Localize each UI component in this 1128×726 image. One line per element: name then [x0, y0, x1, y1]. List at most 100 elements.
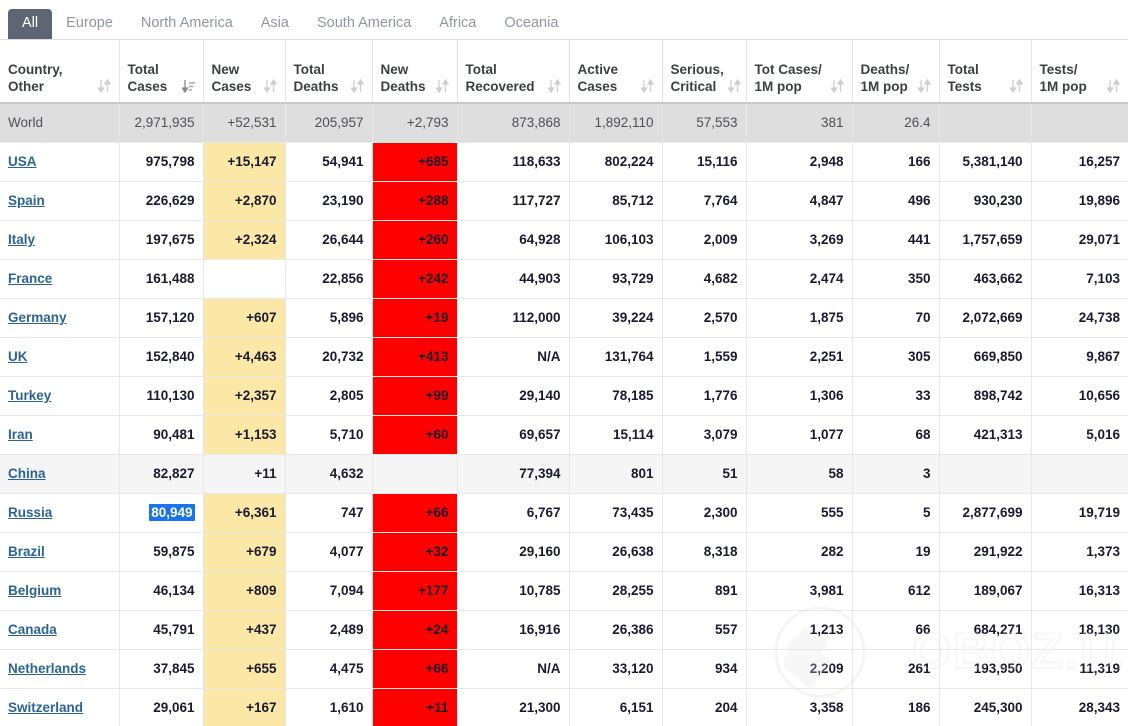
cell-total_cases: 90,481 — [118, 415, 203, 455]
cell-new_deaths: +177 — [371, 571, 457, 611]
country-link[interactable]: Brazil — [8, 544, 45, 559]
cell-total_recovered: 69,657 — [456, 415, 569, 455]
cell-tests_per_1m: 19,896 — [1030, 181, 1128, 221]
sort-both-icon[interactable] — [830, 79, 844, 94]
tab-africa[interactable]: Africa — [425, 9, 490, 39]
tab-north-america[interactable]: North America — [127, 9, 247, 39]
cell-cases_per_1m: 1,306 — [745, 376, 852, 416]
cell-cases_per_1m: 555 — [745, 493, 852, 533]
country-name-cell: Brazil — [0, 532, 119, 572]
country-link[interactable]: UK — [8, 349, 28, 364]
sort-both-icon[interactable] — [435, 79, 449, 94]
column-header-total_tests[interactable]: Total Tests — [938, 40, 1031, 104]
cell-total_deaths: 2,805 — [284, 376, 372, 416]
country-name-cell: Italy — [0, 220, 119, 260]
column-header-total_cases[interactable]: Total Cases — [118, 40, 203, 104]
tab-oceania[interactable]: Oceania — [490, 9, 572, 39]
cell-total_recovered: 6,767 — [456, 493, 569, 533]
cell-total_recovered: 16,916 — [456, 610, 569, 650]
country-link[interactable]: USA — [8, 154, 37, 169]
column-header-label: Tot Cases/ 1M pop — [754, 62, 822, 94]
cell-cases_per_1m: 381 — [745, 103, 852, 143]
cell-tests_per_1m: 16,313 — [1030, 571, 1128, 611]
tab-south-america[interactable]: South America — [303, 9, 425, 39]
cell-serious: 1,559 — [661, 337, 746, 377]
cell-total_cases: 59,875 — [118, 532, 203, 572]
cell-total_cases: 157,120 — [118, 298, 203, 338]
cell-total_recovered: N/A — [456, 649, 569, 689]
sort-both-icon[interactable] — [1009, 79, 1023, 94]
cell-active_cases: 26,638 — [568, 532, 662, 572]
country-link[interactable]: Canada — [8, 622, 57, 637]
country-link[interactable]: Turkey — [8, 388, 51, 403]
column-header-label: Serious, Critical — [670, 62, 724, 94]
tab-all[interactable]: All — [8, 9, 53, 39]
country-link[interactable]: Switzerland — [8, 700, 83, 715]
cell-cases_per_1m: 4,847 — [745, 181, 852, 221]
column-header-cases_per_1m[interactable]: Tot Cases/ 1M pop — [745, 40, 852, 104]
table-row: China 82,827 +11 4,632 77,394 801 51 58 3 — [0, 454, 1128, 494]
cell-deaths_per_1m: 3 — [851, 454, 939, 494]
country-link[interactable]: Russia — [8, 505, 52, 520]
sort-both-icon[interactable] — [547, 79, 561, 94]
column-header-tests_per_1m[interactable]: Tests/ 1M pop — [1030, 40, 1128, 104]
sort-both-icon[interactable] — [917, 79, 931, 94]
region-tab-bar[interactable]: All Europe North America Asia South America A… — [0, 0, 1128, 40]
column-header-new_cases[interactable]: New Cases — [202, 40, 285, 104]
sort-both-icon[interactable] — [350, 79, 364, 94]
cell-total_cases: 29,061 — [118, 688, 203, 726]
sort-both-icon[interactable] — [727, 79, 741, 94]
column-header-total_deaths[interactable]: Total Deaths — [284, 40, 372, 104]
table-body: World 2,971,935 +52,531 205,957 +2,793 873,86… — [0, 103, 1128, 726]
country-link[interactable]: Spain — [8, 193, 45, 208]
cell-total_deaths: 4,632 — [284, 454, 372, 494]
column-header-deaths_per_1m[interactable]: Deaths/ 1M pop — [851, 40, 939, 104]
column-header-serious[interactable]: Serious, Critical — [661, 40, 746, 104]
country-link[interactable]: Italy — [8, 232, 35, 247]
cell-total_tests: 930,230 — [938, 181, 1031, 221]
country-name-cell: Switzerland — [0, 688, 119, 726]
sort-both-icon[interactable] — [263, 79, 277, 94]
cell-new_deaths — [371, 454, 457, 494]
covid-stats-page: All Europe North America Asia South America A… — [0, 0, 1128, 726]
column-header-total_recovered[interactable]: Total Recovered — [456, 40, 569, 104]
cell-tests_per_1m: 28,343 — [1030, 688, 1128, 726]
cell-total_tests: 421,313 — [938, 415, 1031, 455]
cell-total_recovered: 44,903 — [456, 259, 569, 299]
cell-total_tests: 2,877,699 — [938, 493, 1031, 533]
country-link[interactable]: Iran — [8, 427, 33, 442]
country-link[interactable]: France — [8, 271, 52, 286]
sort-active-icon[interactable] — [181, 79, 195, 94]
cell-active_cases: 26,386 — [568, 610, 662, 650]
sort-both-icon[interactable] — [640, 79, 654, 94]
country-link[interactable]: Belgium — [8, 583, 61, 598]
cell-deaths_per_1m: 5 — [851, 493, 939, 533]
cell-deaths_per_1m: 350 — [851, 259, 939, 299]
column-header-country[interactable]: Country, Other — [0, 40, 119, 104]
cell-serious: 3,079 — [661, 415, 746, 455]
country-name-cell: Netherlands — [0, 649, 119, 689]
tab-europe[interactable]: Europe — [52, 9, 127, 39]
tab-asia[interactable]: Asia — [247, 9, 303, 39]
cell-total_deaths: 205,957 — [284, 103, 372, 143]
cell-new_deaths: +66 — [371, 493, 457, 533]
country-link[interactable]: China — [8, 466, 46, 481]
cell-total_tests: 463,662 — [938, 259, 1031, 299]
cell-total_cases: 197,675 — [118, 220, 203, 260]
sort-both-icon[interactable] — [1107, 79, 1120, 94]
cell-active_cases: 78,185 — [568, 376, 662, 416]
column-header-new_deaths[interactable]: New Deaths — [371, 40, 457, 104]
country-link[interactable]: Netherlands — [8, 661, 86, 676]
cell-active_cases: 6,151 — [568, 688, 662, 726]
cell-tests_per_1m: 1,373 — [1030, 532, 1128, 572]
cell-total_cases: 161,488 — [118, 259, 203, 299]
cell-active_cases: 802,224 — [568, 142, 662, 182]
cell-tests_per_1m: 5,016 — [1030, 415, 1128, 455]
cell-new_deaths: +288 — [371, 181, 457, 221]
country-link[interactable]: Germany — [8, 310, 67, 325]
sort-both-icon[interactable] — [97, 79, 111, 94]
cell-active_cases: 73,435 — [568, 493, 662, 533]
column-header-active_cases[interactable]: Active Cases — [568, 40, 662, 104]
country-name-cell: Russia — [0, 493, 119, 533]
cell-total_recovered: 112,000 — [456, 298, 569, 338]
